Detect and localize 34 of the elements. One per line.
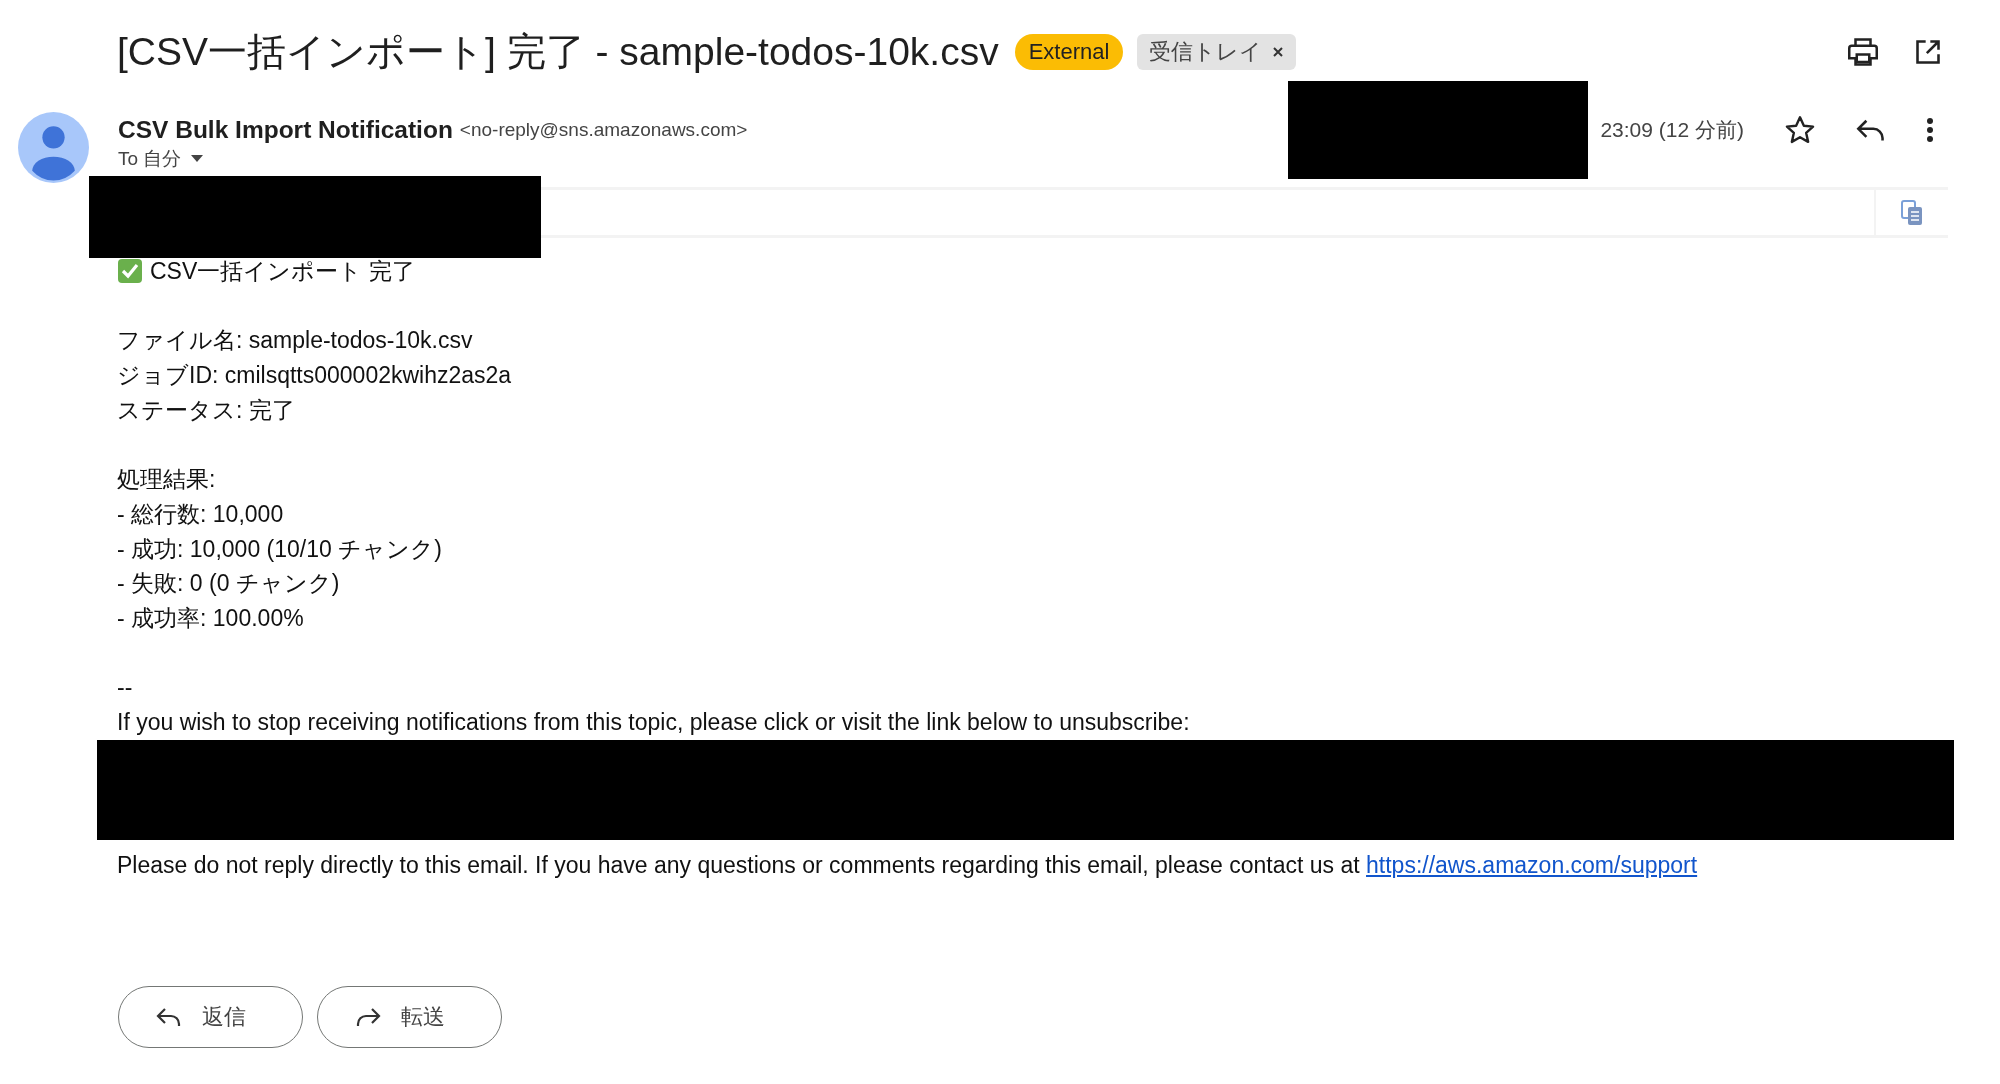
check-icon <box>117 258 143 285</box>
label-chip: External <box>1014 34 1124 70</box>
body-text-line: ファイル名: sample-todos-10k.csv <box>117 326 474 356</box>
footer-text: Please do not reply directly to this email. If you have any questions or comments regarding this email, please contact us at https://aws.amazon.com/support <box>117 850 1699 880</box>
forward-button[interactable]: 転送 <box>317 985 502 1048</box>
label-chip: 受信トレイ <box>1137 34 1297 70</box>
close-icon[interactable] <box>1272 46 1285 58</box>
body-heading: CSV一括インポート 完了 <box>150 257 415 286</box>
body-text-line: - 総行数: 10,000 <box>117 499 285 529</box>
body-text-line: ステータス: 完了 <box>117 395 296 425</box>
body-text-line: -- <box>117 673 134 703</box>
body-text-line: - 成功率: 100.00% <box>117 604 305 633</box>
more-icon[interactable] <box>1926 117 1934 143</box>
forward-icon <box>354 1006 381 1027</box>
support-link[interactable]: https://aws.amazon.com/support <box>1366 851 1698 878</box>
sender-name: CSV Bulk Import Notification <box>118 116 453 144</box>
sender-address: <no-reply@sns.amazonaws.com> <box>459 119 748 141</box>
reply-icon[interactable] <box>1856 118 1886 142</box>
reply-icon <box>155 1006 182 1027</box>
body-text-line: 処理結果: <box>117 465 217 495</box>
caret-icon <box>191 155 204 163</box>
copy-icon[interactable] <box>1901 199 1923 226</box>
reply-button[interactable]: 返信 <box>118 985 303 1048</box>
timestamp: 23:09 (12 分前) <box>1600 117 1744 143</box>
recipient-dropdown[interactable]: To 自分 <box>118 146 204 172</box>
avatar-icon <box>18 112 89 183</box>
body-text-line: If you wish to stop receiving notifications from this topic, please click or visit the link below to unsubscribe: <box>117 708 1191 738</box>
star-icon[interactable] <box>1784 114 1816 146</box>
print-icon[interactable] <box>1848 38 1878 66</box>
body-text-line: - 失敗: 0 (0 チャンク) <box>117 569 341 599</box>
email-subject: [CSV一括インポート] 完了 - sample-todos-10k.csv <box>117 29 999 75</box>
body-text-line: - 成功: 10,000 (10/10 チャンク) <box>117 534 443 564</box>
body-text-line: ジョブID: cmilsqtts000002kwihz2as2a <box>117 361 513 391</box>
open-in-new-icon[interactable] <box>1914 38 1942 66</box>
